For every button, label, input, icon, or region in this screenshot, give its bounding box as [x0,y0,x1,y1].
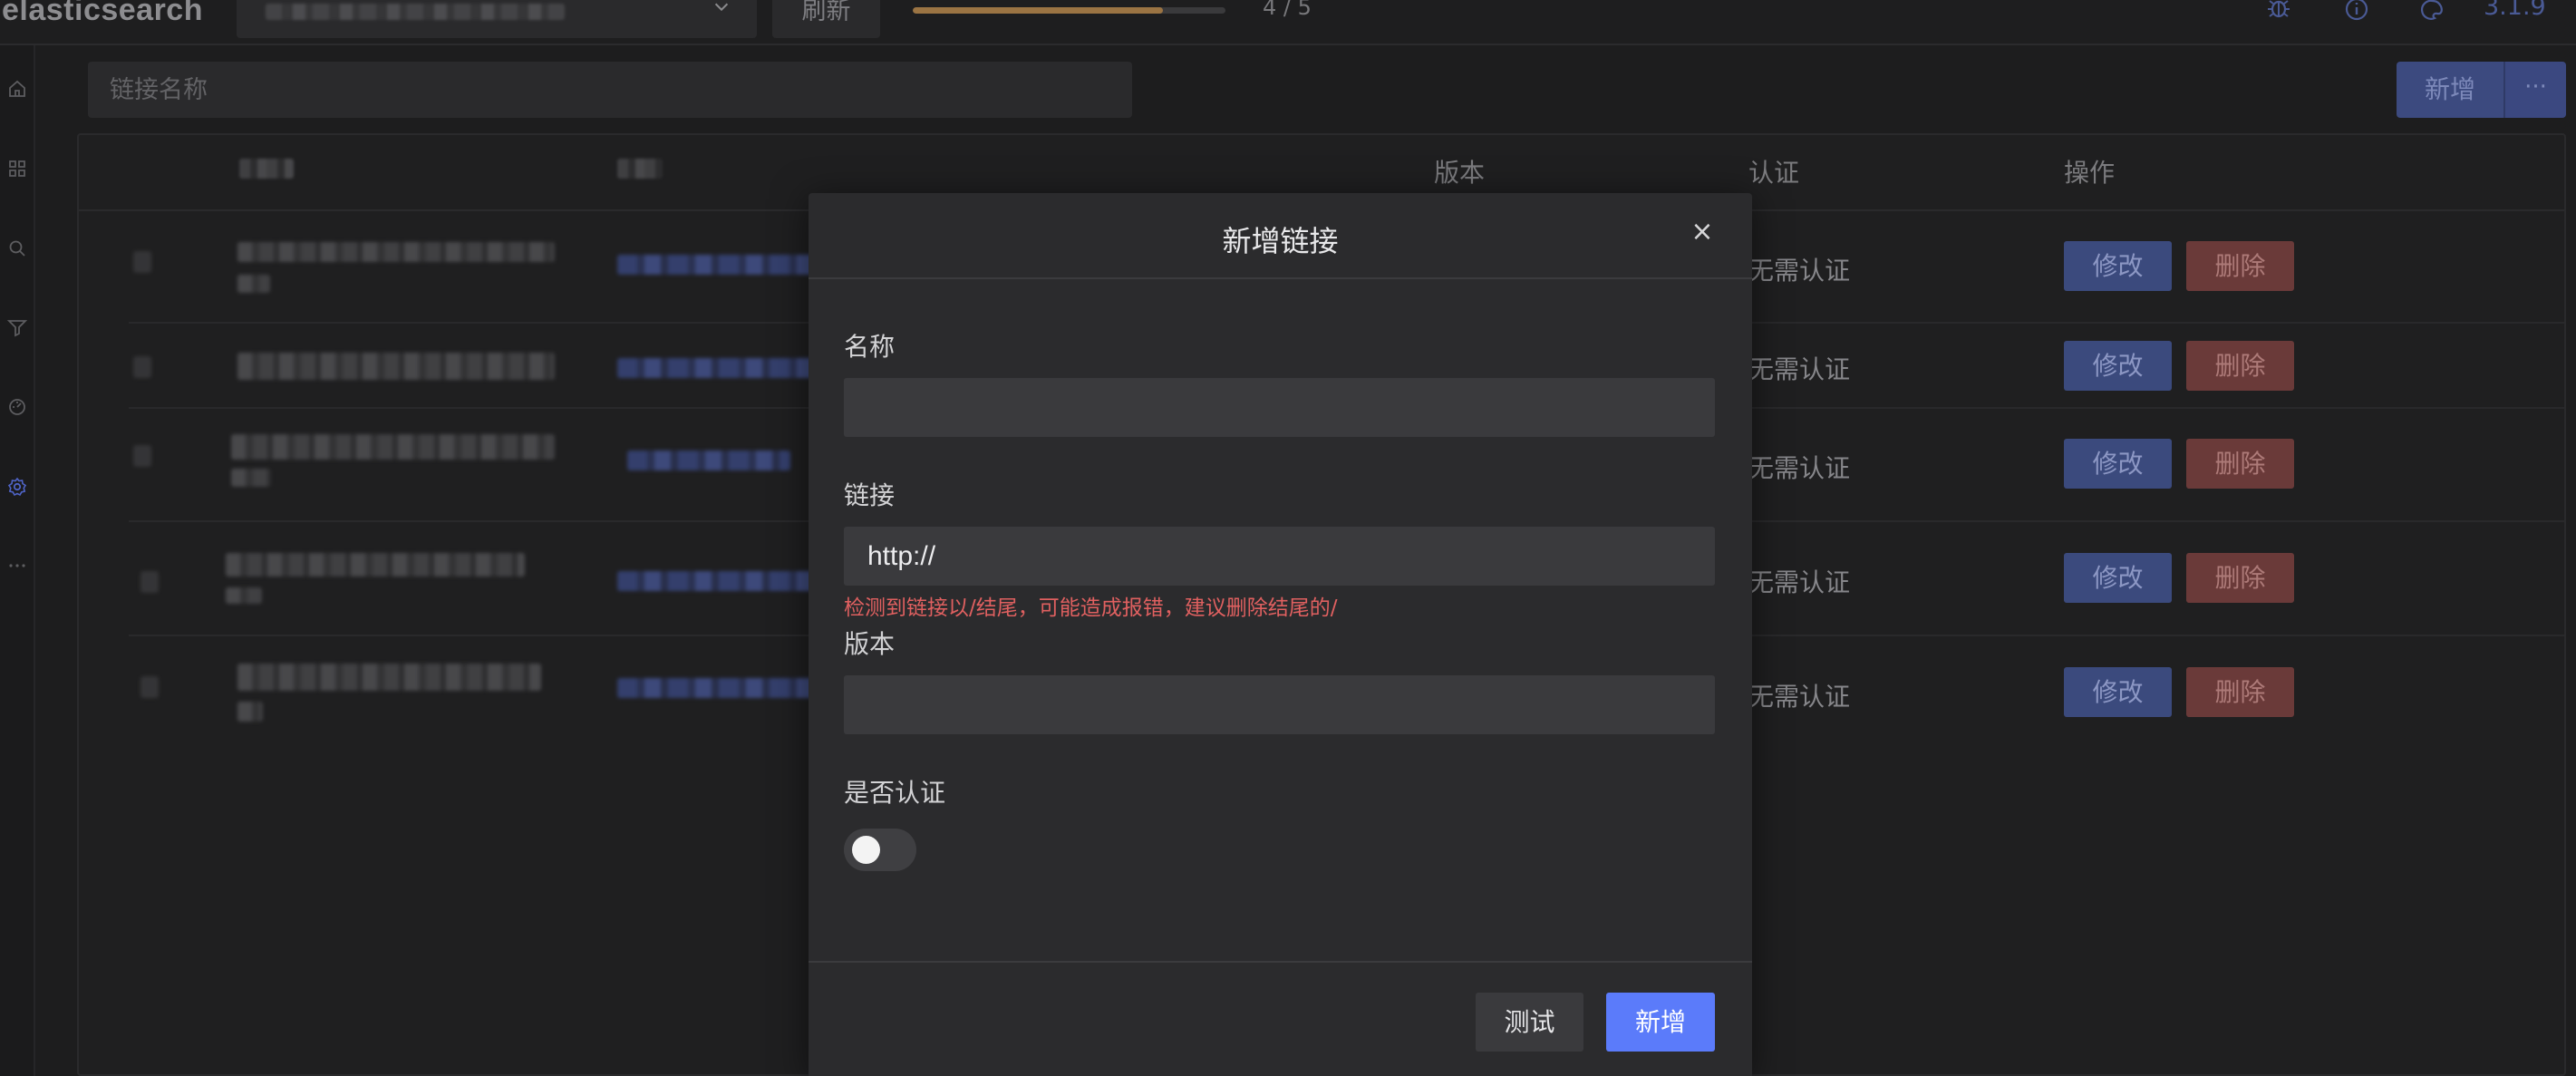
add-link-dialog: 新增链接 × 名称 链接 检测到链接以/结尾，可能造成报错，建议删除结尾的/ 版… [809,193,1752,1076]
close-icon[interactable]: × [1689,218,1716,246]
name-field-label: 名称 [844,332,896,362]
url-field-label: 链接 [844,480,896,510]
dialog-footer-divider [809,961,1752,963]
url-error-message: 检测到链接以/结尾，可能造成报错，建议删除结尾的/ [844,596,1338,620]
name-field[interactable] [844,378,1715,437]
submit-add-button[interactable]: 新增 [1606,993,1715,1052]
version-field[interactable] [844,675,1715,734]
auth-field-label: 是否认证 [844,778,946,808]
dialog-title: 新增链接 [1222,224,1339,258]
toggle-knob [852,836,880,864]
auth-toggle[interactable] [844,829,916,871]
dialog-header: 新增链接 × [809,193,1752,279]
version-field-label: 版本 [844,629,896,659]
url-field[interactable] [844,527,1715,586]
test-connection-button[interactable]: 测试 [1476,993,1583,1052]
